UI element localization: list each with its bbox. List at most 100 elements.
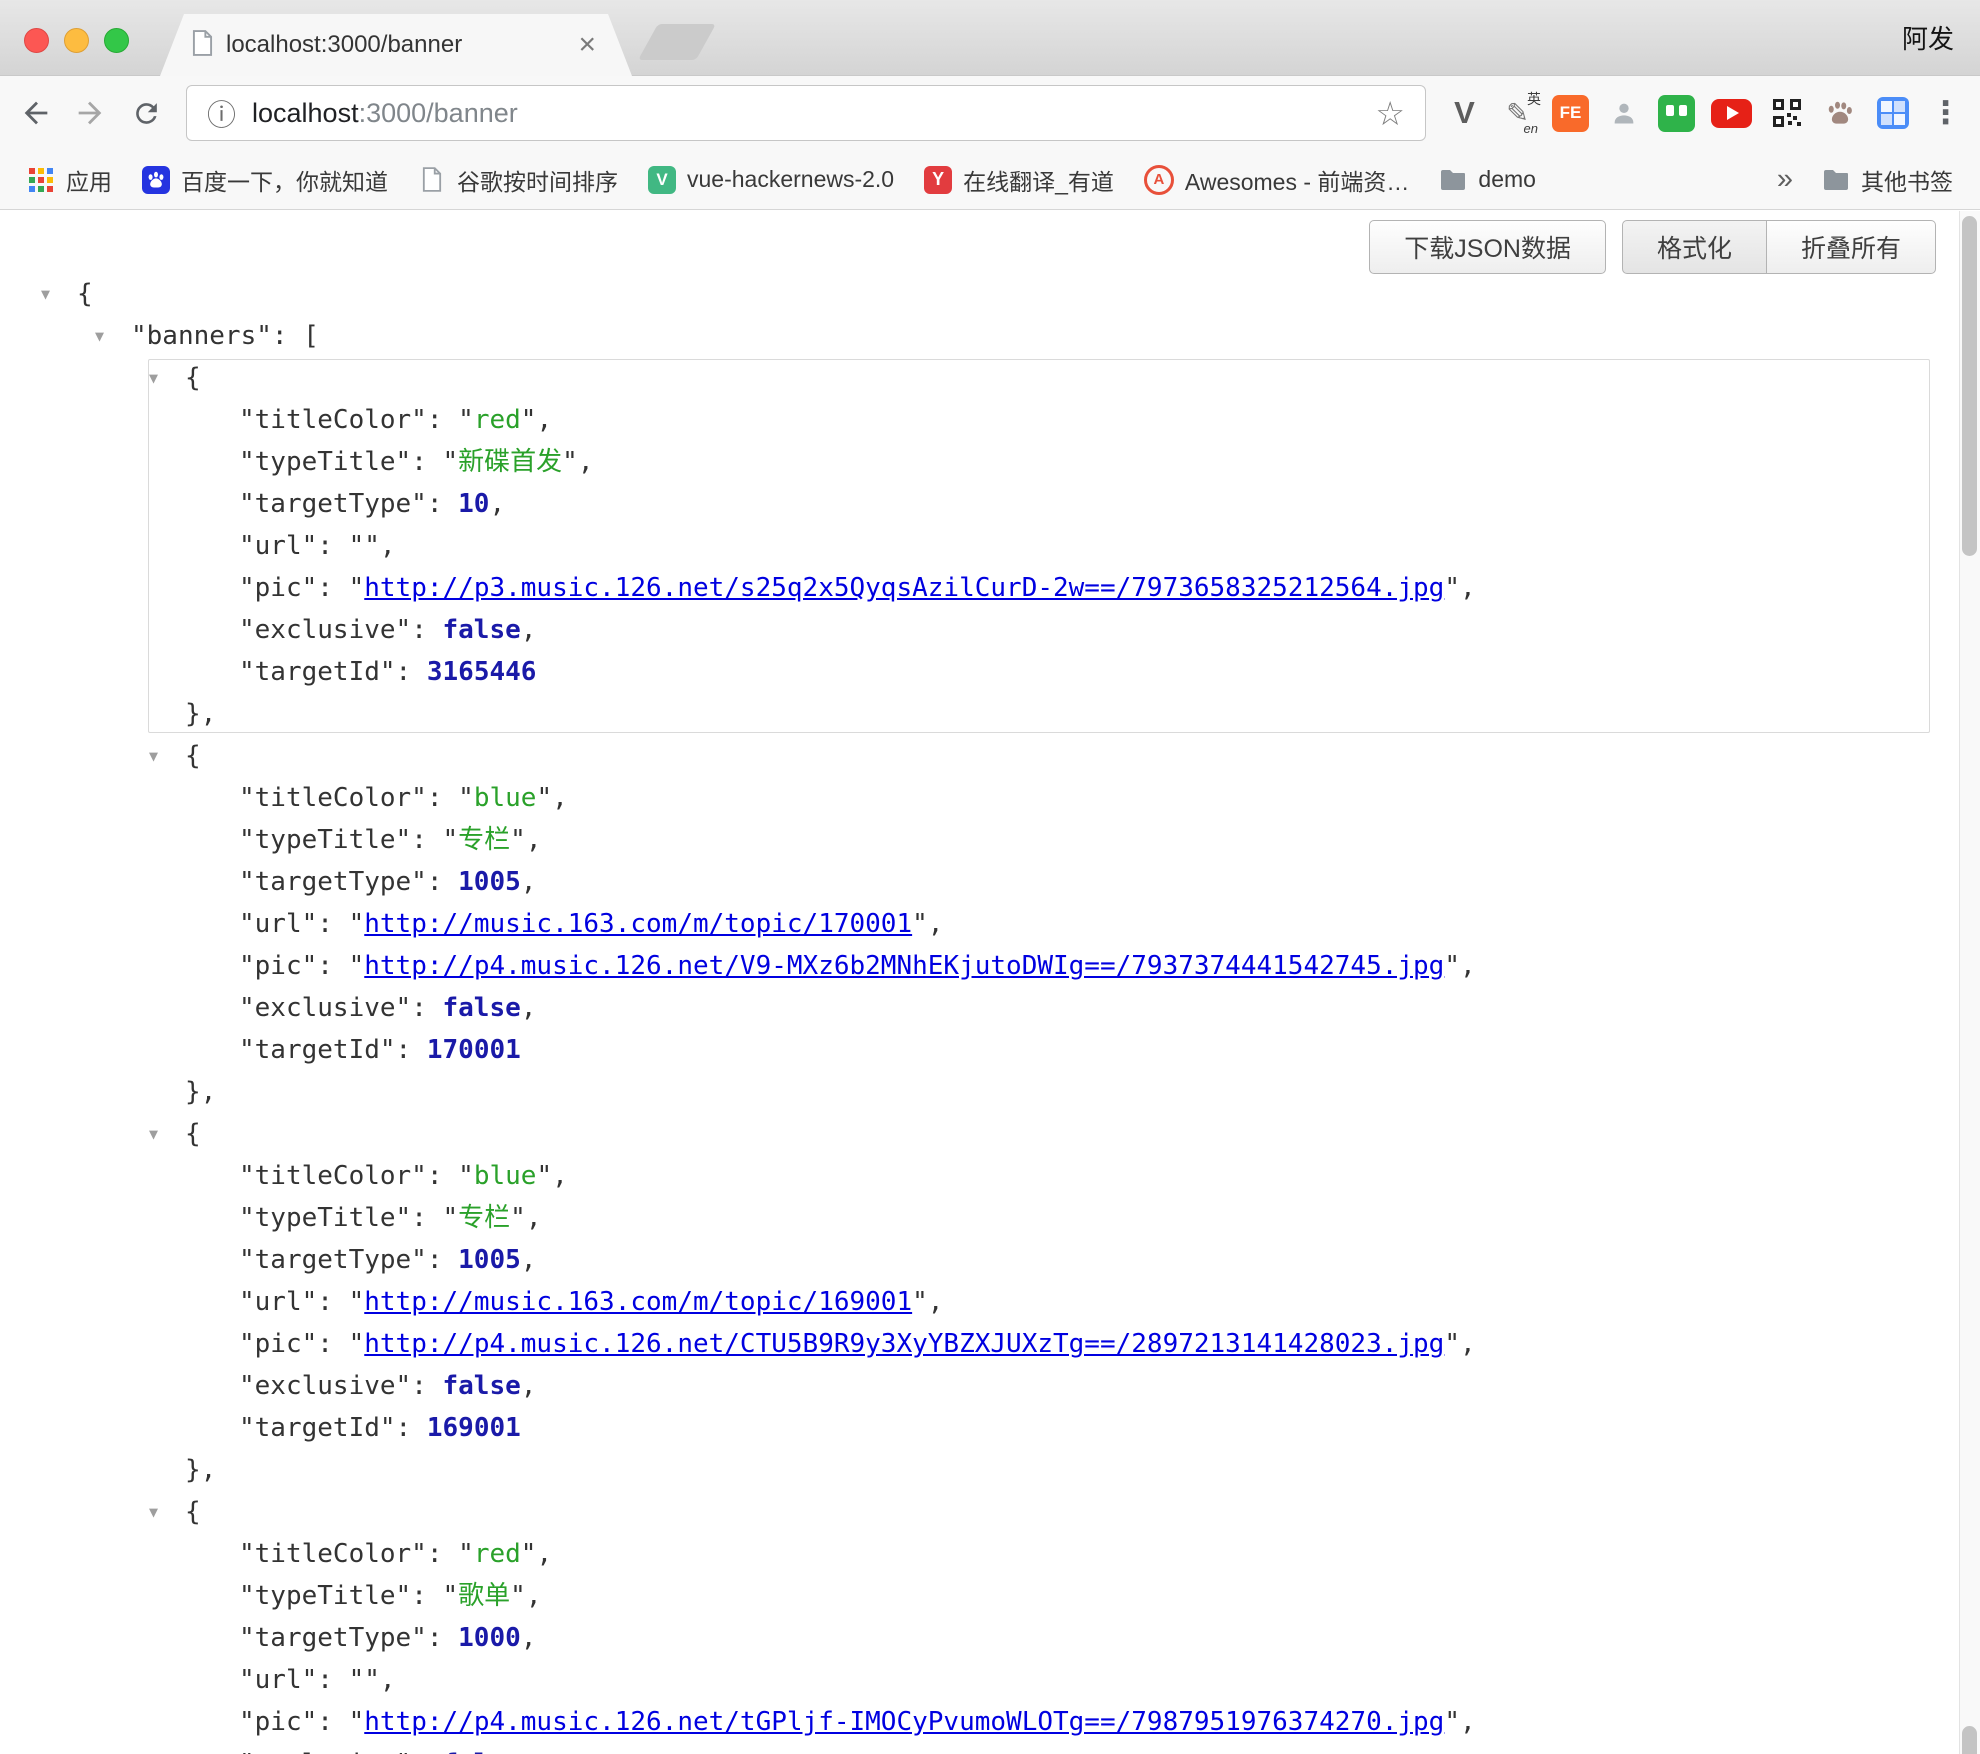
json-line: "url": "", bbox=[0, 525, 1960, 567]
json-punctuation: : bbox=[427, 1161, 458, 1191]
qrcode-extension-icon[interactable] bbox=[1768, 95, 1805, 132]
json-punctuation: : bbox=[411, 1203, 442, 1233]
collapse-arrow-icon[interactable]: ▼ bbox=[149, 1491, 158, 1533]
collapse-arrow-icon[interactable]: ▼ bbox=[149, 357, 158, 399]
awesomes-icon: A bbox=[1144, 165, 1174, 195]
bookmark-item-vue-hackernews[interactable]: V vue-hackernews-2.0 bbox=[635, 160, 907, 200]
bookmarks-overflow-chevron[interactable]: » bbox=[1765, 163, 1805, 196]
json-actions: 下载JSON数据 格式化 折叠所有 bbox=[0, 221, 1936, 273]
json-url-link[interactable]: http://p4.music.126.net/CTU5B9R9y3XyYBZX… bbox=[364, 1329, 1444, 1359]
bookmark-item-youdao[interactable]: Y 在线翻译_有道 bbox=[911, 157, 1127, 203]
vimium-extension-icon[interactable]: V bbox=[1446, 95, 1483, 132]
json-line: "targetType": 10, bbox=[0, 483, 1960, 525]
json-punctuation: , bbox=[521, 1371, 537, 1401]
collapse-arrow-icon[interactable]: ▼ bbox=[149, 1113, 158, 1155]
json-string-value: 专栏 bbox=[458, 825, 510, 855]
download-json-button[interactable]: 下载JSON数据 bbox=[1369, 220, 1606, 274]
json-key: "exclusive" bbox=[239, 615, 411, 645]
json-punctuation: , bbox=[521, 615, 537, 645]
json-line: "typeTitle": "专栏", bbox=[0, 819, 1960, 861]
json-url-link[interactable]: http://p3.music.126.net/s25q2x5QyqsAzilC… bbox=[364, 573, 1444, 603]
json-token: " bbox=[458, 1161, 474, 1191]
new-tab-button[interactable] bbox=[638, 24, 716, 60]
folder-icon bbox=[1439, 166, 1467, 194]
json-object-highlight: ▼{"titleColor": "red","typeTitle": "新碟首发… bbox=[0, 357, 1960, 735]
json-punctuation: , bbox=[536, 405, 552, 435]
json-viewer-page: 下载JSON数据 格式化 折叠所有 ▼{▼"banners": [▼{"titl… bbox=[0, 211, 1960, 1754]
zoom-window-button[interactable] bbox=[104, 28, 129, 53]
json-url-link[interactable]: http://music.163.com/m/topic/169001 bbox=[364, 1287, 912, 1317]
json-token: " bbox=[443, 1203, 459, 1233]
dict-badge-en: en bbox=[1524, 121, 1538, 136]
json-punctuation: : [ bbox=[272, 321, 319, 351]
json-token: " bbox=[510, 1581, 526, 1611]
json-punctuation: : bbox=[411, 1371, 442, 1401]
json-key: "targetType" bbox=[239, 1623, 427, 1653]
forward-button[interactable] bbox=[64, 76, 116, 150]
json-key: "typeTitle" bbox=[239, 1581, 411, 1611]
document-icon bbox=[418, 166, 446, 194]
browser-toolbar: ⓘ localhost :3000/banner ☆ V ✎ 英 en FE bbox=[0, 76, 1980, 150]
tab-close-icon[interactable]: × bbox=[578, 30, 596, 60]
paw-extension-icon[interactable] bbox=[1821, 95, 1858, 132]
collapse-arrow-icon[interactable]: ▼ bbox=[95, 315, 104, 357]
profile-name[interactable]: 阿发 bbox=[1902, 0, 1954, 75]
collapse-arrow-icon[interactable]: ▼ bbox=[149, 735, 158, 777]
play-icon bbox=[1727, 106, 1739, 120]
json-key: "titleColor" bbox=[239, 1539, 427, 1569]
minimize-window-button[interactable] bbox=[64, 28, 89, 53]
json-key: "titleColor" bbox=[239, 1161, 427, 1191]
json-punctuation: , bbox=[521, 1749, 537, 1754]
person-extension-icon[interactable] bbox=[1605, 95, 1642, 132]
grid-extension-icon[interactable] bbox=[1874, 95, 1911, 132]
json-punctuation: , bbox=[380, 1665, 396, 1695]
tampermonkey-extension-icon[interactable] bbox=[1658, 95, 1695, 132]
fehelper-extension-icon[interactable]: FE bbox=[1552, 95, 1589, 132]
bookmark-item-baidu[interactable]: 百度一下，你就知道 bbox=[129, 157, 401, 203]
json-number-value: 3165446 bbox=[427, 657, 537, 687]
json-punctuation: : bbox=[411, 993, 442, 1023]
json-punctuation: , bbox=[1460, 1707, 1476, 1737]
json-string-value: red bbox=[474, 405, 521, 435]
json-url-link[interactable]: http://music.163.com/m/topic/170001 bbox=[364, 909, 912, 939]
collapse-arrow-icon[interactable]: ▼ bbox=[41, 273, 50, 315]
bookmark-item-demo[interactable]: demo bbox=[1426, 160, 1549, 200]
json-punctuation: , bbox=[552, 1161, 568, 1191]
youtube-extension-icon[interactable] bbox=[1711, 99, 1752, 128]
json-token: " bbox=[510, 825, 526, 855]
bookmark-star-icon[interactable]: ☆ bbox=[1375, 94, 1405, 133]
json-line: "titleColor": "red", bbox=[0, 1533, 1960, 1575]
json-url-link[interactable]: http://p4.music.126.net/V9-MXz6b2MNhEKju… bbox=[364, 951, 1444, 981]
bookmark-item-apps[interactable]: 应用 bbox=[14, 157, 125, 203]
other-bookmarks[interactable]: 其他书签 bbox=[1809, 157, 1966, 203]
close-window-button[interactable] bbox=[24, 28, 49, 53]
json-key: "targetType" bbox=[239, 867, 427, 897]
json-punctuation: : bbox=[427, 489, 458, 519]
url-input[interactable]: ⓘ localhost :3000/banner ☆ bbox=[186, 85, 1426, 141]
json-punctuation: }, bbox=[185, 1077, 216, 1107]
vertical-scrollbar[interactable] bbox=[1959, 211, 1980, 1754]
format-button[interactable]: 格式化 bbox=[1622, 220, 1767, 274]
collapse-all-button[interactable]: 折叠所有 bbox=[1767, 220, 1936, 274]
json-line: }, bbox=[0, 1449, 1960, 1491]
json-number-value: 1005 bbox=[458, 1245, 521, 1275]
browser-tab[interactable]: localhost:3000/banner × bbox=[160, 14, 632, 76]
site-info-icon[interactable]: ⓘ bbox=[207, 92, 236, 134]
bookmark-item-google-sort[interactable]: 谷歌按时间排序 bbox=[405, 157, 631, 203]
reload-button[interactable] bbox=[120, 76, 172, 150]
scrollbar-thumb[interactable] bbox=[1962, 216, 1977, 556]
json-punctuation: : bbox=[411, 447, 442, 477]
scrollbar-corner[interactable] bbox=[1962, 1726, 1977, 1754]
json-url-link[interactable]: http://p4.music.126.net/tGPljf-IMOCyPvum… bbox=[364, 1707, 1444, 1737]
json-token: " bbox=[349, 573, 365, 603]
json-line: ▼{ bbox=[0, 357, 1960, 399]
back-button[interactable] bbox=[10, 76, 62, 150]
json-key: "targetType" bbox=[239, 1245, 427, 1275]
json-punctuation: : bbox=[396, 1035, 427, 1065]
json-punctuation: , bbox=[928, 1287, 944, 1317]
bookmark-item-awesomes[interactable]: A Awesomes - 前端资… bbox=[1131, 157, 1423, 203]
json-key: "typeTitle" bbox=[239, 447, 411, 477]
chrome-menu-icon[interactable]: ⋮ bbox=[1927, 95, 1964, 132]
dictionary-extension-icon[interactable]: ✎ 英 en bbox=[1499, 95, 1536, 132]
json-punctuation: }, bbox=[185, 699, 216, 729]
